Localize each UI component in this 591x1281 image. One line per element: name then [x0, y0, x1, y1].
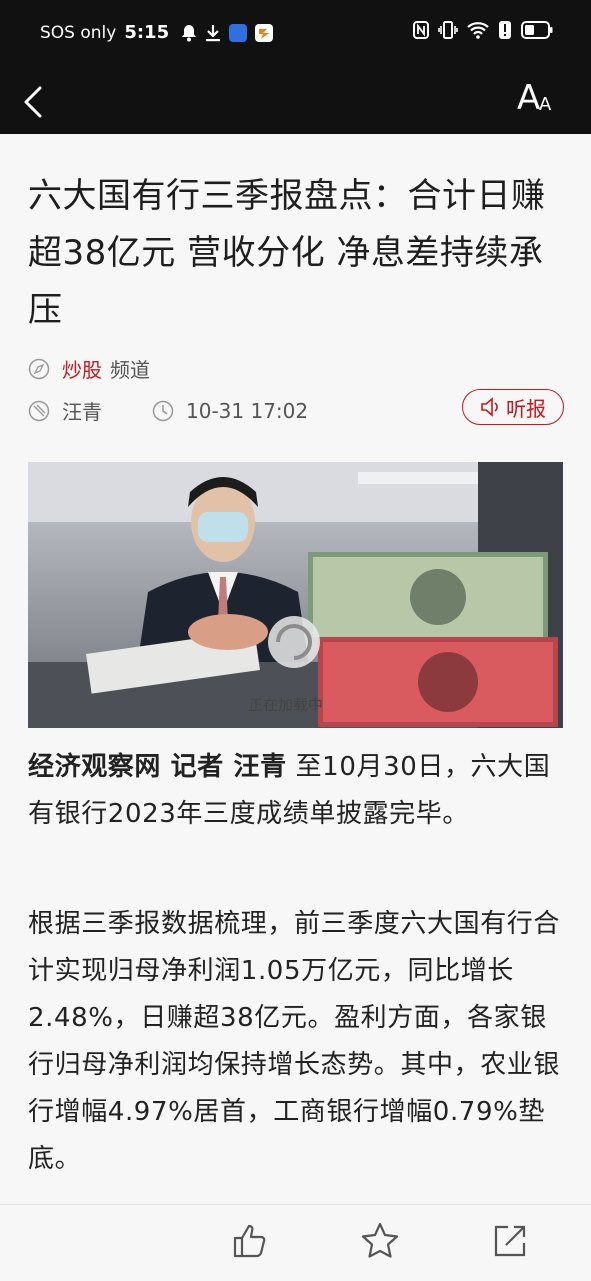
- star-icon: [361, 1222, 399, 1258]
- speaker-icon: [481, 397, 498, 417]
- clock-icon: [152, 400, 174, 421]
- battery-icon: [521, 21, 553, 39]
- body-paragraph: 根据三季报数据梳理，前三季度六大国有行合计实现归母净利润1.05万亿元，同比增长…: [28, 909, 561, 1174]
- back-button[interactable]: [18, 78, 58, 122]
- channel-suffix: 频道: [110, 358, 150, 382]
- wifi-icon: [467, 22, 489, 39]
- thumbs-up-icon: [233, 1224, 266, 1258]
- favorite-button[interactable]: [360, 1221, 400, 1261]
- vibrate-icon: [438, 21, 458, 39]
- article-image[interactable]: 正在加载中: [28, 462, 563, 728]
- loading-text: 正在加载中: [248, 696, 324, 714]
- listen-button[interactable]: 听报: [462, 389, 564, 425]
- chevron-left-icon: [24, 86, 42, 118]
- share-icon: [494, 1225, 526, 1257]
- like-button[interactable]: [230, 1221, 270, 1261]
- carrier-text: SOS only: [40, 22, 117, 43]
- app-icon-blue: [229, 23, 248, 42]
- clock-text: 5:15: [124, 22, 170, 43]
- channel-link[interactable]: 炒股: [62, 354, 102, 383]
- app-icon-orange: [255, 23, 274, 42]
- alert-icon: [499, 21, 511, 39]
- publish-time: 10-31 17:02: [186, 398, 309, 423]
- bottom-action-bar: [0, 1204, 591, 1281]
- author-row: 汪青 10-31 17:02: [28, 396, 308, 425]
- font-size-icon-large: A: [517, 78, 541, 118]
- font-size-button[interactable]: A A: [517, 76, 561, 122]
- font-size-icon-small: A: [539, 94, 552, 115]
- bank-teller-photo: [28, 462, 563, 728]
- channel-row: 炒股 频道: [28, 354, 150, 383]
- lead-byline: 经济观察网 记者 汪青: [28, 752, 287, 782]
- status-left: SOS only 5:15: [40, 22, 274, 43]
- author-name: 汪青: [62, 400, 102, 424]
- pen-icon: [28, 400, 50, 421]
- article: 六大国有行三季报盘点：合计日赚超38亿元 营收分化 净息差持续承压 炒股 频道 …: [28, 134, 564, 1174]
- article-title: 六大国有行三季报盘点：合计日赚超38亿元 营收分化 净息差持续承压: [28, 176, 546, 330]
- compass-icon: [28, 358, 50, 379]
- nfc-icon: [413, 21, 429, 39]
- status-bar: SOS only 5:15: [0, 0, 591, 66]
- lead-paragraph: 经济观察网 记者 汪青 至10月30日，六大国有银行2023年三度成绩单披露完毕…: [28, 744, 564, 838]
- status-right: [413, 20, 553, 40]
- share-button[interactable]: [490, 1221, 530, 1261]
- top-nav-bar: A A: [0, 66, 591, 134]
- bell-icon: [182, 24, 197, 41]
- listen-label: 听报: [506, 396, 546, 421]
- download-icon: [206, 24, 221, 41]
- notification-icons: [181, 23, 274, 42]
